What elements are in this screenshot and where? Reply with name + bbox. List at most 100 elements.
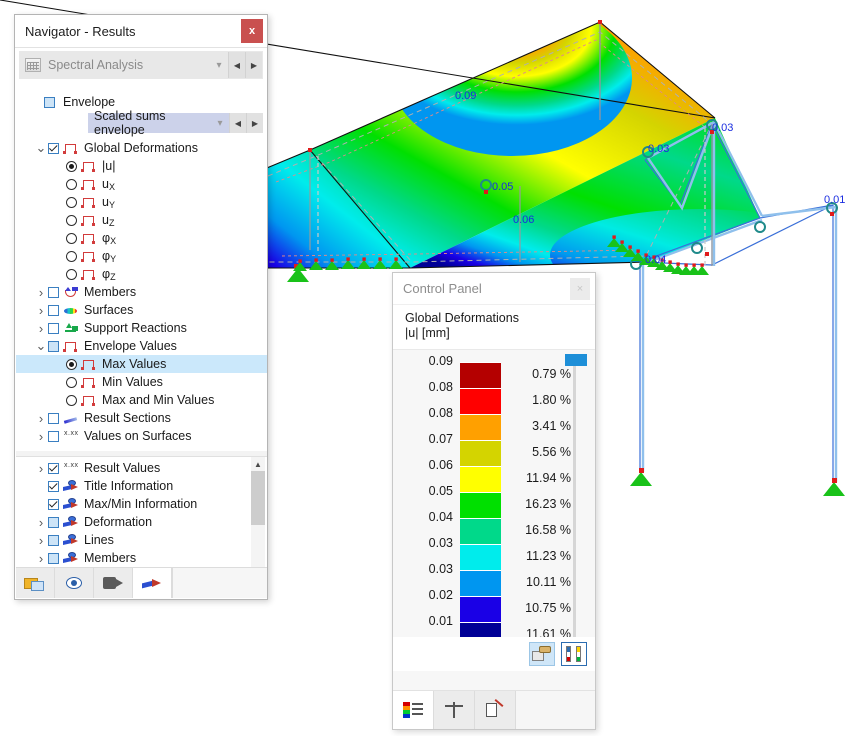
radio-button[interactable]: [66, 250, 77, 262]
chevron-right-icon[interactable]: ›: [34, 321, 48, 336]
tree-item-max-min-information[interactable]: Max/Min Information: [16, 495, 267, 513]
checkbox[interactable]: [48, 516, 59, 528]
paint-bucket-button[interactable]: [529, 642, 555, 666]
legend-color-swatch[interactable]: [460, 362, 501, 390]
legend-color-swatch[interactable]: [460, 388, 501, 416]
chevron-right-icon[interactable]: ›: [34, 285, 48, 300]
radio-button[interactable]: [66, 196, 77, 208]
checkbox[interactable]: [48, 286, 59, 298]
tree-item-members2[interactable]: › Members: [16, 549, 267, 567]
tree-item-phi-x[interactable]: φX: [16, 229, 267, 247]
next-envelope-button[interactable]: ▶: [246, 113, 263, 133]
checkbox[interactable]: [48, 552, 59, 564]
control-panel-window[interactable]: Control Panel × Global Deformations |u| …: [392, 272, 596, 730]
legend-color-swatch[interactable]: [460, 544, 501, 572]
radio-button[interactable]: [66, 160, 77, 172]
checkbox[interactable]: [48, 480, 59, 492]
radio-button[interactable]: [66, 268, 77, 280]
tab-display-properties[interactable]: [475, 691, 516, 729]
camera-button[interactable]: [94, 568, 133, 598]
radio-button[interactable]: [66, 394, 77, 406]
checkbox[interactable]: [48, 462, 59, 474]
close-icon-control-panel[interactable]: ×: [570, 277, 590, 300]
visibility-button[interactable]: [55, 568, 94, 598]
control-panel-tabs[interactable]: [393, 690, 595, 729]
color-legend[interactable]: 0.09 0.08 0.08 0.07 0.06 0.05 0.04 0.03 0.03 0.02…: [393, 350, 595, 668]
legend-color-swatch[interactable]: [460, 466, 501, 494]
prev-case-button[interactable]: ◀: [228, 52, 245, 78]
chevron-right-icon[interactable]: ›: [34, 551, 48, 566]
tree-item-u-y[interactable]: uY: [16, 193, 267, 211]
tree-item-u-x[interactable]: uX: [16, 175, 267, 193]
scrollbar-thumb[interactable]: [251, 471, 265, 525]
legend-color-swatch[interactable]: [460, 492, 501, 520]
tree-item-lines[interactable]: › Lines: [16, 531, 267, 549]
navigator-toolbar[interactable]: [16, 567, 267, 598]
tree-scrollbar[interactable]: ▲ ▼: [251, 457, 265, 583]
legend-color-swatch[interactable]: [460, 414, 501, 442]
chevron-right-icon[interactable]: ›: [34, 429, 48, 444]
tree-item-u-abs[interactable]: |u|: [16, 157, 267, 175]
radio-button[interactable]: [66, 376, 77, 388]
tree-item-u-z[interactable]: uZ: [16, 211, 267, 229]
prev-envelope-button[interactable]: ◀: [229, 113, 246, 133]
color-vials-button[interactable]: [561, 642, 587, 666]
tree-item-deformation[interactable]: › Deformation: [16, 513, 267, 531]
tree-item-max-and-min-values[interactable]: Max and Min Values: [16, 391, 267, 409]
legend-color-swatch[interactable]: [460, 518, 501, 546]
results-tree-lower[interactable]: › x.xx Result Values Title Information Max/M…: [16, 456, 267, 583]
radio-button[interactable]: [66, 214, 77, 226]
tree-item-support-reactions[interactable]: › Support Reactions: [16, 319, 267, 337]
tree-item-min-values[interactable]: Min Values: [16, 373, 267, 391]
checkbox[interactable]: [48, 412, 59, 424]
chevron-right-icon[interactable]: ›: [34, 533, 48, 548]
tree-item-phi-z[interactable]: φZ: [16, 265, 267, 283]
checkbox[interactable]: [48, 304, 59, 316]
chevron-right-icon[interactable]: ›: [34, 461, 48, 476]
tree-item-global-deformations[interactable]: ⌄ Global Deformations: [16, 139, 267, 157]
tree-item-title-information[interactable]: Title Information: [16, 477, 267, 495]
checkbox[interactable]: [48, 142, 59, 154]
tree-item-envelope-values[interactable]: ⌄ Envelope Values: [16, 337, 267, 355]
next-case-button[interactable]: ▶: [245, 52, 262, 78]
checkbox[interactable]: [48, 430, 59, 442]
navigator-results-window[interactable]: Navigator - Results x Spectral Analysis …: [14, 14, 268, 600]
legend-slider-track[interactable]: [573, 364, 576, 648]
chevron-down-icon[interactable]: ⌄: [34, 141, 48, 154]
checkbox[interactable]: [48, 534, 59, 546]
tree-item-values-on-surfaces[interactable]: › x.xx Values on Surfaces: [16, 427, 267, 445]
control-panel-actions[interactable]: [393, 637, 595, 671]
legend-slider-handle-top[interactable]: [565, 354, 587, 366]
checkbox[interactable]: [48, 498, 59, 510]
chevron-down-icon[interactable]: ▾: [210, 60, 228, 71]
legend-color-swatch[interactable]: [460, 570, 501, 598]
chevron-right-icon[interactable]: ›: [34, 303, 48, 318]
close-icon[interactable]: x: [241, 19, 263, 43]
tree-item-result-sections[interactable]: › Result Sections: [16, 409, 267, 427]
open-folder-button[interactable]: [16, 568, 55, 598]
legend-color-swatch[interactable]: [460, 596, 501, 624]
legend-color-swatch[interactable]: [460, 440, 501, 468]
chevron-down-icon[interactable]: ⌄: [34, 339, 48, 352]
tree-item-phi-y[interactable]: φY: [16, 247, 267, 265]
chevron-right-icon[interactable]: ›: [34, 411, 48, 426]
checkbox[interactable]: [48, 340, 59, 352]
checkbox[interactable]: [48, 322, 59, 334]
results-tab-button[interactable]: [133, 568, 172, 598]
analysis-case-combo[interactable]: Spectral Analysis ▾ ◀ ▶: [19, 51, 263, 79]
tree-item-max-values[interactable]: Max Values: [16, 355, 267, 373]
results-tree-upper[interactable]: ⌄ Global Deformations |u| uX uY uZ φX φY φZ › Memb…: [16, 139, 267, 451]
radio-button[interactable]: [66, 232, 77, 244]
tree-item-members[interactable]: › Members: [16, 283, 267, 301]
envelope-type-combo[interactable]: Scaled sums envelope ▾ ◀ ▶: [88, 109, 263, 137]
tab-factors[interactable]: [434, 691, 475, 729]
radio-button[interactable]: [66, 178, 77, 190]
tab-color-legend[interactable]: [393, 691, 434, 729]
radio-button[interactable]: [66, 358, 77, 370]
scroll-up-icon[interactable]: ▲: [251, 457, 265, 471]
chevron-down-icon-2[interactable]: ▾: [211, 118, 229, 129]
tree-item-surfaces[interactable]: › Surfaces: [16, 301, 267, 319]
envelope-checkbox[interactable]: [44, 96, 55, 108]
chevron-right-icon[interactable]: ›: [34, 515, 48, 530]
tree-item-result-values[interactable]: › x.xx Result Values: [16, 459, 267, 477]
